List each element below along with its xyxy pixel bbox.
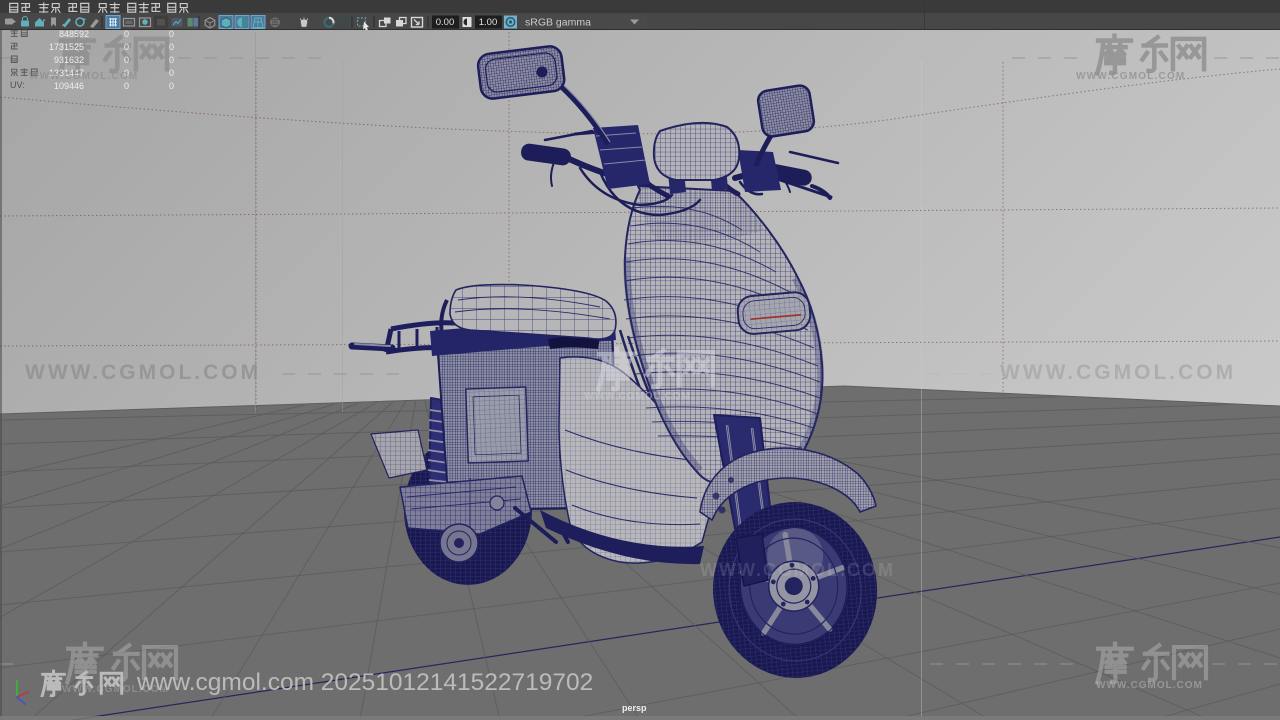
svg-text:UV:: UV: [10,80,25,90]
svg-text:0.00: 0.00 [436,17,455,28]
svg-text:1.00: 1.00 [479,17,498,28]
svg-text:sRGB gamma: sRGB gamma [525,17,591,29]
